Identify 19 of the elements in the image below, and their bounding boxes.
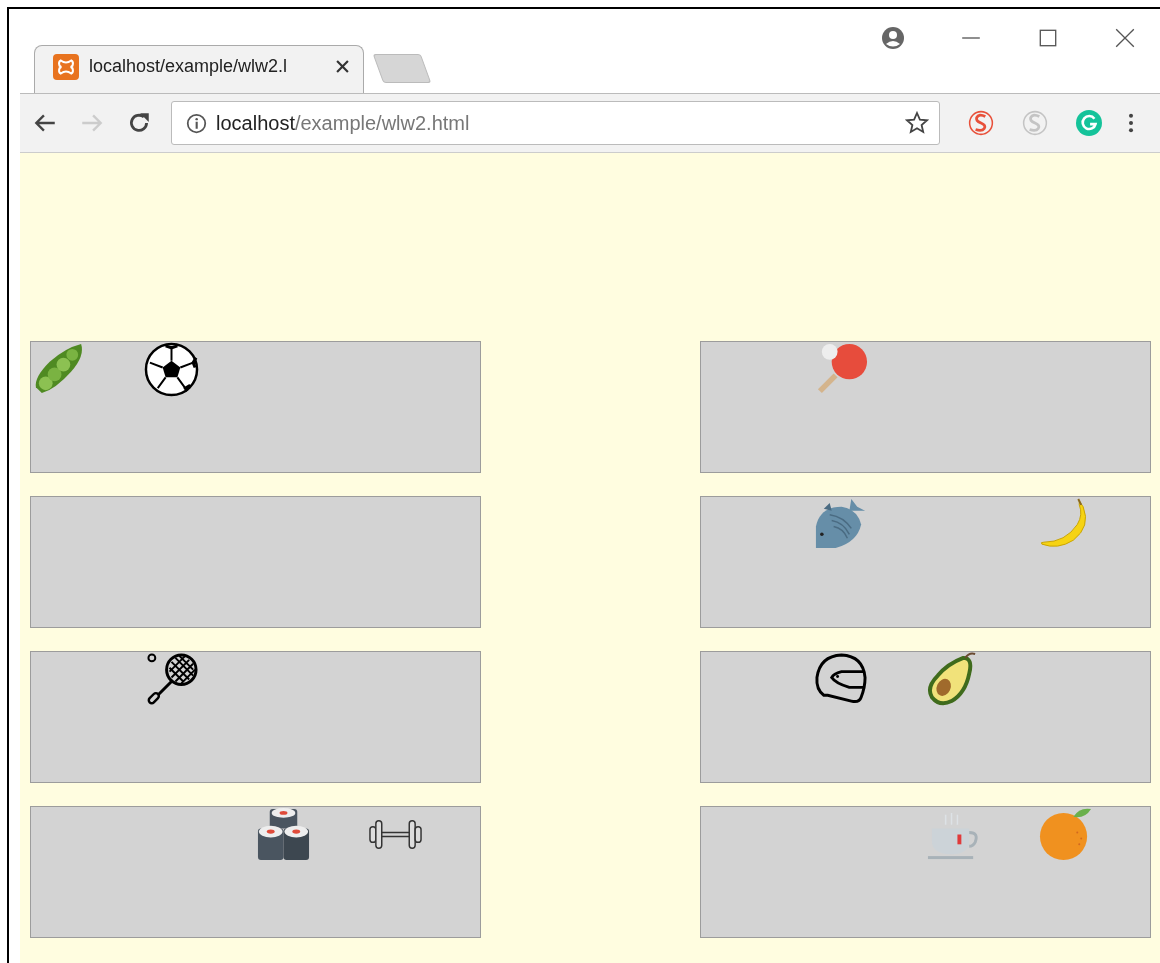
drop-box[interactable]	[30, 341, 481, 473]
close-icon[interactable]	[1114, 27, 1136, 49]
sushi-icon[interactable]	[256, 807, 311, 862]
close-icon[interactable]	[336, 60, 349, 73]
account-icon[interactable]	[881, 26, 905, 50]
maximize-icon[interactable]	[1037, 27, 1059, 49]
menu-icon[interactable]	[1128, 112, 1134, 134]
address-bar[interactable]: localhost/example/wlw2.html	[171, 101, 940, 145]
tab-title: localhost/example/wlw2.l	[89, 56, 289, 77]
extension-icon[interactable]	[1076, 110, 1102, 136]
extension-icon[interactable]	[968, 110, 994, 136]
url-text: localhost/example/wlw2.html	[216, 111, 471, 135]
app-logo-icon	[53, 53, 79, 80]
drop-box[interactable]	[30, 806, 481, 938]
star-icon[interactable]	[905, 111, 929, 135]
soccer-ball-icon[interactable]	[144, 342, 199, 397]
drop-box[interactable]	[700, 496, 1151, 628]
info-icon[interactable]	[186, 112, 207, 134]
browser-tab[interactable]: localhost/example/wlw2.l	[34, 45, 364, 93]
